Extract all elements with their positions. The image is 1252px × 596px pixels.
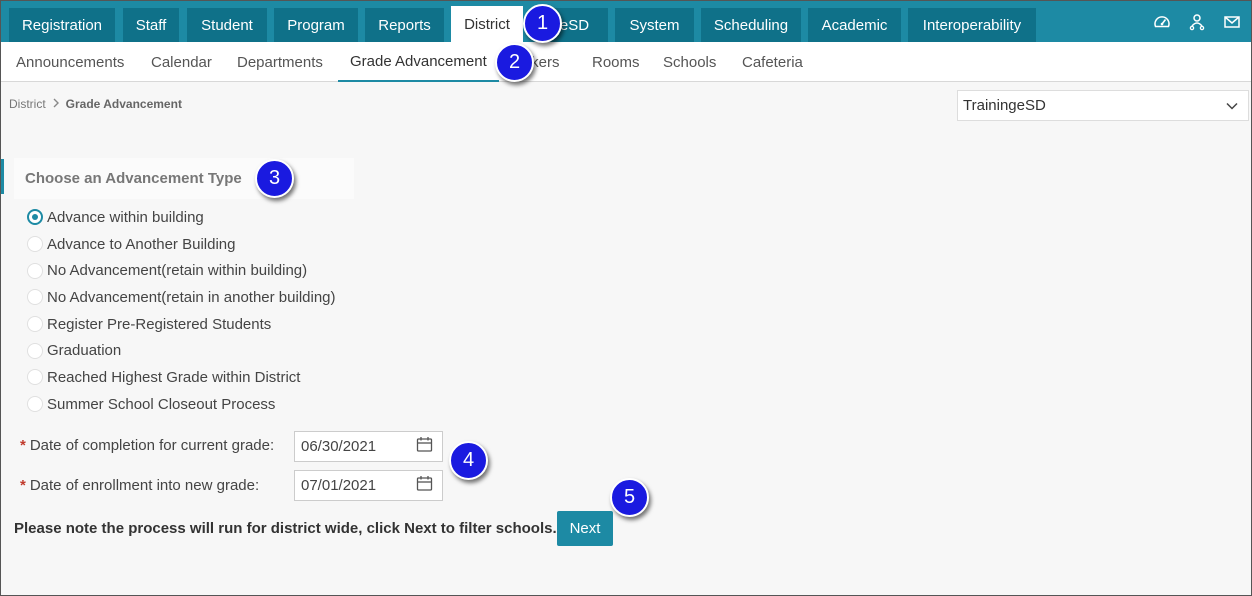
calendar-icon[interactable]	[416, 475, 433, 496]
district-select-value: TrainingeSD	[963, 97, 1046, 114]
chevron-down-icon	[1226, 97, 1238, 114]
subtab-calendar[interactable]: Calendar	[151, 42, 212, 82]
top-nav-icons	[1153, 13, 1241, 31]
radio-summer-school-closeout[interactable]: Summer School Closeout Process	[27, 391, 336, 418]
radio-graduation[interactable]: Graduation	[27, 337, 336, 364]
radio-no-advancement-another[interactable]: No Advancement(retain in another buildin…	[27, 284, 336, 311]
callout-badge-5: 5	[610, 478, 649, 517]
breadcrumb: District Grade Advancement	[9, 97, 182, 111]
dashboard-icon[interactable]	[1153, 13, 1171, 31]
enrollment-date-input[interactable]: 07/01/2021	[294, 470, 443, 501]
section-header: Choose an Advancement Type	[14, 158, 354, 199]
calendar-icon[interactable]	[416, 436, 433, 457]
subtab-announcements[interactable]: Announcements	[16, 42, 124, 82]
section-title: Choose an Advancement Type	[25, 170, 242, 187]
subtab-departments[interactable]: Departments	[237, 42, 323, 82]
callout-badge-2: 2	[495, 43, 534, 82]
tab-academic[interactable]: Academic	[808, 8, 901, 42]
subtab-schools[interactable]: Schools	[663, 42, 716, 82]
next-button[interactable]: Next	[557, 511, 613, 546]
enrollment-date-label: Date of enrollment into new grade:	[29, 477, 260, 494]
tab-registration[interactable]: Registration	[9, 8, 115, 42]
tab-system[interactable]: System	[615, 8, 694, 42]
completion-date-label-row: * Date of completion for current grade:	[20, 437, 274, 454]
chevron-right-icon	[52, 97, 60, 111]
tab-scheduling[interactable]: Scheduling	[701, 8, 801, 42]
radio-button[interactable]	[27, 316, 43, 333]
tab-program[interactable]: Program	[274, 8, 358, 42]
tab-student[interactable]: Student	[187, 8, 267, 42]
required-marker: *	[20, 477, 26, 494]
advancement-type-radio-group: Advance within building Advance to Anoth…	[27, 204, 336, 418]
radio-button[interactable]	[27, 369, 43, 386]
tab-interoperability[interactable]: Interoperability	[908, 8, 1036, 42]
radio-advance-within-building[interactable]: Advance within building	[27, 204, 336, 231]
tab-staff[interactable]: Staff	[123, 8, 179, 42]
subtab-grade-advancement[interactable]: Grade Advancement	[338, 42, 499, 82]
app-window: Registration Staff Student Program Repor…	[0, 0, 1252, 596]
enrollment-date-label-row: * Date of enrollment into new grade:	[20, 477, 259, 494]
callout-badge-1: 1	[523, 4, 562, 43]
radio-button[interactable]	[27, 236, 43, 253]
breadcrumb-current: Grade Advancement	[65, 97, 182, 111]
radio-button[interactable]	[27, 396, 43, 413]
radio-button[interactable]	[27, 289, 43, 306]
completion-date-input[interactable]: 06/30/2021	[294, 431, 443, 462]
radio-advance-another-building[interactable]: Advance to Another Building	[27, 231, 336, 258]
required-marker: *	[20, 437, 26, 454]
left-accent-bar	[1, 159, 4, 194]
breadcrumb-root[interactable]: District	[9, 97, 46, 111]
enrollment-date-value: 07/01/2021	[301, 477, 377, 494]
radio-no-advancement-within[interactable]: No Advancement(retain within building)	[27, 257, 336, 284]
district-select[interactable]: TrainingeSD	[957, 90, 1249, 121]
user-network-icon[interactable]	[1188, 13, 1206, 31]
tab-district[interactable]: District	[451, 6, 523, 42]
mail-icon[interactable]	[1223, 13, 1241, 31]
callout-badge-4: 4	[449, 441, 488, 480]
subtab-cafeteria[interactable]: Cafeteria	[742, 42, 803, 82]
subtab-rooms[interactable]: Rooms	[592, 42, 640, 82]
callout-badge-3: 3	[255, 159, 294, 198]
radio-register-pre-registered[interactable]: Register Pre-Registered Students	[27, 311, 336, 338]
district-wide-note: Please note the process will run for dis…	[14, 520, 557, 537]
completion-date-value: 06/30/2021	[301, 438, 377, 455]
sub-nav: Announcements Calendar Departments Grade…	[1, 42, 1251, 82]
radio-button[interactable]	[27, 209, 43, 226]
radio-reached-highest-grade[interactable]: Reached Highest Grade within District	[27, 364, 336, 391]
radio-button[interactable]	[27, 342, 43, 359]
completion-date-label: Date of completion for current grade:	[29, 437, 275, 454]
top-nav: Registration Staff Student Program Repor…	[1, 1, 1251, 42]
radio-button[interactable]	[27, 262, 43, 279]
tab-reports[interactable]: Reports	[365, 8, 444, 42]
